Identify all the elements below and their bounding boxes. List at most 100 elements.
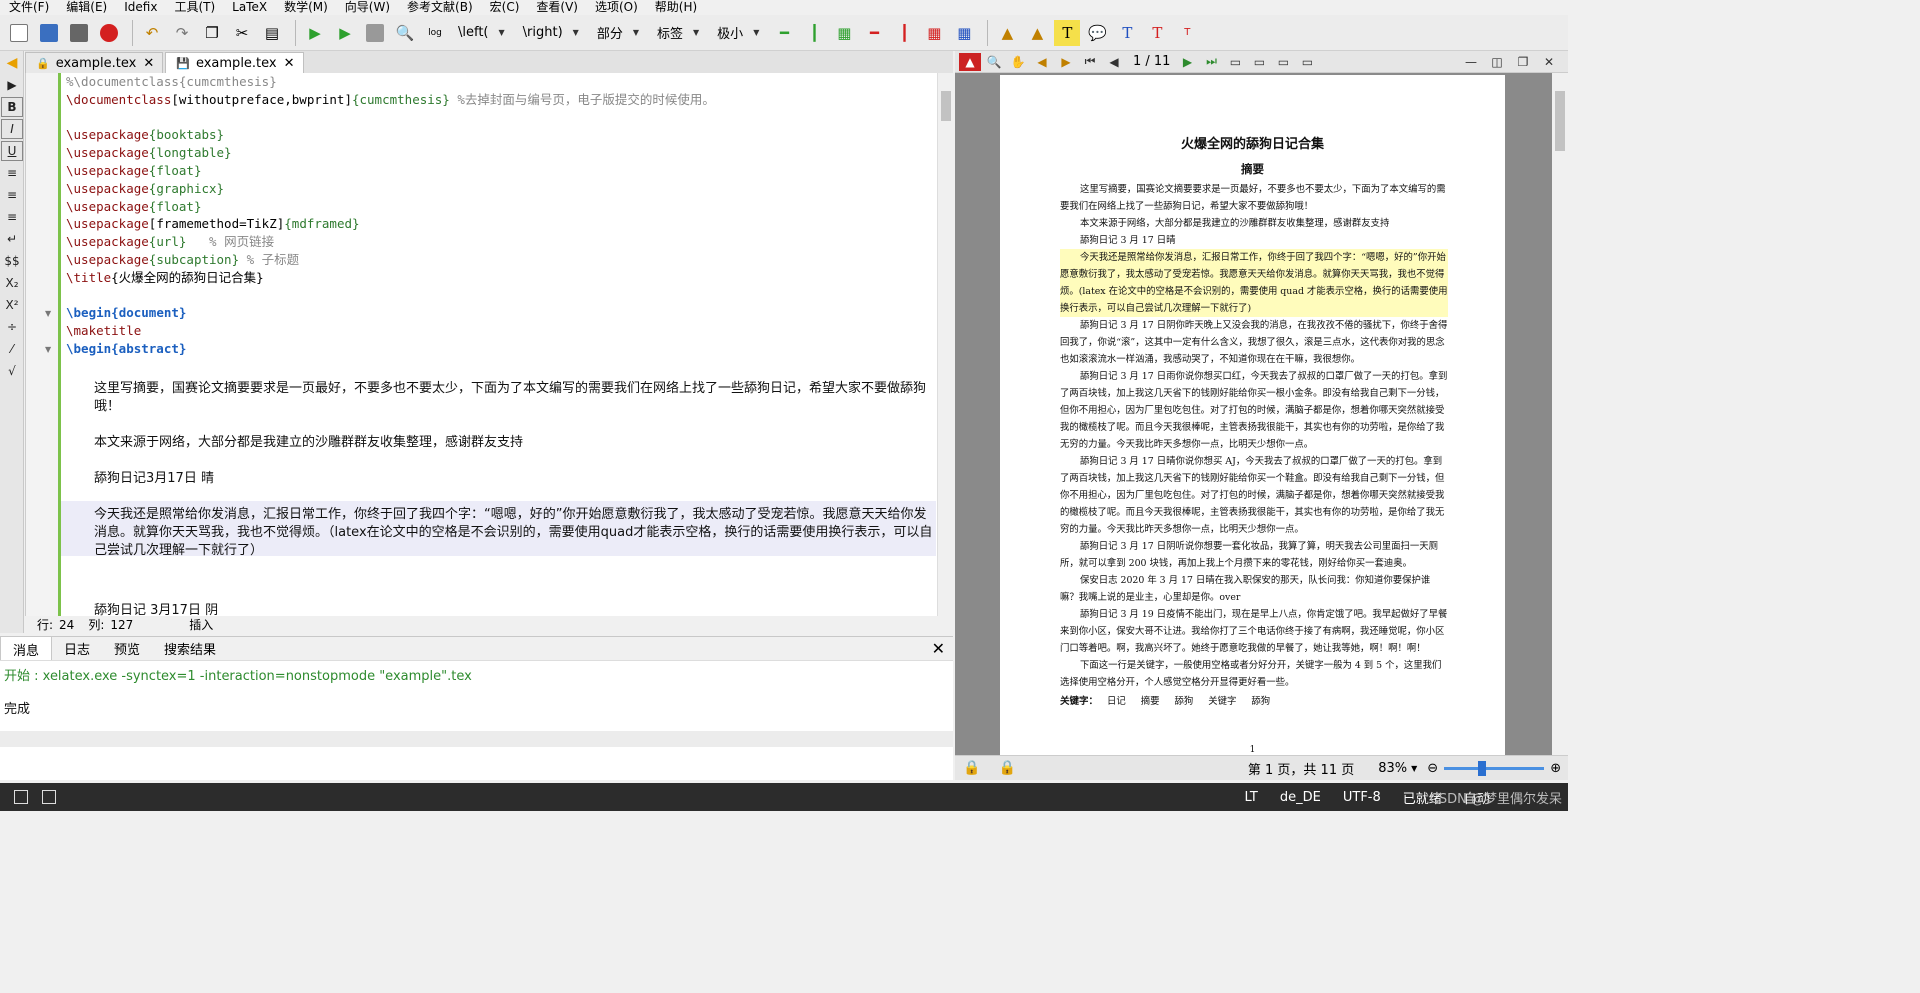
minimize-icon[interactable]: —: [1460, 53, 1482, 71]
dfrac-icon[interactable]: ⁄: [1, 339, 23, 359]
continuous-icon[interactable]: ▭: [1248, 53, 1270, 71]
menu-options[interactable]: 选项(O): [586, 0, 646, 15]
arrow-left-icon[interactable]: ◀: [1, 53, 23, 73]
right-delimiter-select[interactable]: \right) ▼: [517, 22, 585, 44]
superscript-icon[interactable]: X²: [1, 295, 23, 315]
zoom-select[interactable]: 83%: [1378, 761, 1407, 776]
view-pdf-icon[interactable]: 🔍: [392, 20, 418, 46]
close-icon[interactable]: ✕: [932, 639, 945, 658]
hline-green-icon[interactable]: ━: [771, 20, 797, 46]
zoom-slider[interactable]: [1444, 760, 1545, 776]
tab-example-tex[interactable]: 💾 example.tex ✕: [165, 52, 304, 73]
fold-icon[interactable]: ▼: [45, 345, 51, 354]
table-green-icon[interactable]: ▦: [831, 20, 857, 46]
prev-page-icon[interactable]: ◀: [1103, 53, 1125, 71]
menu-bibliography[interactable]: 参考文献(B): [398, 0, 481, 15]
copy-icon[interactable]: ❐: [199, 20, 225, 46]
zoom-icon[interactable]: 🔍: [983, 53, 1005, 71]
menu-view[interactable]: 查看(V): [527, 0, 586, 15]
back-icon[interactable]: ◀: [1031, 53, 1053, 71]
double-page-icon[interactable]: ▭: [1272, 53, 1294, 71]
vline-green-icon[interactable]: ┃: [801, 20, 827, 46]
forward-icon[interactable]: ▶: [1055, 53, 1077, 71]
embed-icon[interactable]: ◫: [1486, 53, 1508, 71]
menu-help[interactable]: 帮助(H): [646, 0, 705, 15]
text-highlight-icon[interactable]: T: [1054, 19, 1081, 46]
lock-icon[interactable]: 🔒: [963, 760, 980, 776]
save-icon[interactable]: [66, 20, 92, 46]
menu-latex[interactable]: LaTeX: [223, 0, 275, 15]
menu-math[interactable]: 数学(M): [275, 0, 336, 15]
scrollbar-thumb[interactable]: [1555, 91, 1565, 151]
tab-search-results[interactable]: 搜索结果: [152, 636, 228, 661]
pdf-scrollbar[interactable]: [1552, 73, 1568, 755]
table-blue-icon[interactable]: ▦: [951, 20, 977, 46]
last-page-icon[interactable]: ⏭: [1200, 53, 1222, 71]
encoding[interactable]: UTF-8: [1343, 790, 1381, 805]
redo-icon[interactable]: ↷: [169, 20, 195, 46]
pdf-icon[interactable]: ▲: [959, 52, 981, 71]
stop-icon[interactable]: [362, 20, 388, 46]
comment-icon[interactable]: 💬: [1084, 20, 1110, 46]
tab-messages[interactable]: 消息: [0, 635, 53, 662]
bookmark-prev-icon[interactable]: ▲: [994, 20, 1020, 46]
zoom-slider-handle[interactable]: [1478, 760, 1487, 776]
tab-preview[interactable]: 预览: [102, 636, 152, 661]
menu-idefix[interactable]: Idefix: [115, 0, 165, 15]
align-right-icon[interactable]: ≡: [1, 207, 23, 227]
scrollbar-thumb[interactable]: [941, 91, 951, 121]
code-editor[interactable]: ▼ ▼ %\documentclass{cumcmthesis} \docume…: [25, 73, 953, 616]
languagetool-indicator[interactable]: LT: [1244, 790, 1257, 805]
close-icon[interactable]: ✕: [284, 56, 295, 71]
pdf-viewer[interactable]: 火爆全网的舔狗日记合集 摘要 这里写摘要，国赛论文摘要要求是一页最好，不要多也不…: [955, 73, 1568, 755]
close-icon[interactable]: ✕: [1538, 53, 1560, 71]
size-select[interactable]: 极小 ▼: [711, 22, 765, 44]
bookmark-next-icon[interactable]: ▲: [1024, 20, 1050, 46]
undo-icon[interactable]: ↶: [139, 20, 165, 46]
italic-icon[interactable]: I: [1, 119, 23, 139]
cut-icon[interactable]: ✂: [229, 20, 255, 46]
single-page-icon[interactable]: ▭: [1224, 53, 1246, 71]
editor-scrollbar[interactable]: [937, 73, 953, 616]
tab-log[interactable]: 日志: [52, 636, 102, 661]
menu-wizard[interactable]: 向导(W): [336, 0, 398, 15]
text-red-icon[interactable]: T: [1144, 20, 1170, 46]
open-file-icon[interactable]: [36, 20, 62, 46]
close-icon[interactable]: ✕: [143, 56, 154, 71]
log-icon[interactable]: log: [422, 20, 448, 46]
underline-icon[interactable]: U: [1, 141, 23, 161]
build-run-icon[interactable]: ▶: [302, 20, 328, 46]
messages-toggle-icon[interactable]: [42, 790, 56, 804]
sqrt-icon[interactable]: √: [1, 361, 23, 381]
next-page-icon[interactable]: ▶: [1176, 53, 1198, 71]
label-select[interactable]: 标签 ▼: [651, 22, 705, 44]
paste-icon[interactable]: ▤: [259, 20, 285, 46]
newline-icon[interactable]: ↵: [1, 229, 23, 249]
restore-icon[interactable]: ❐: [1512, 53, 1534, 71]
arrow-right-icon[interactable]: ▶: [1, 75, 23, 95]
align-left-icon[interactable]: ≡: [1, 163, 23, 183]
page-nav[interactable]: 1 / 11: [1133, 54, 1170, 69]
first-page-icon[interactable]: ⏮: [1079, 53, 1101, 71]
structure-toggle-icon[interactable]: [14, 790, 28, 804]
zoom-in-icon[interactable]: ⊕: [1550, 761, 1561, 776]
new-file-icon[interactable]: [6, 20, 32, 46]
left-delimiter-select[interactable]: \left(▼: [452, 22, 511, 44]
sync-lock-icon[interactable]: 🔒: [998, 760, 1015, 776]
vline-red-icon[interactable]: ┃: [891, 20, 917, 46]
chevron-down-icon[interactable]: ▼: [1411, 764, 1417, 773]
hline-red-icon[interactable]: ━: [861, 20, 887, 46]
section-select[interactable]: 部分 ▼: [591, 22, 645, 44]
tab-example-tex-readonly[interactable]: 🔒 example.tex ✕: [25, 52, 164, 73]
close-file-icon[interactable]: [96, 20, 122, 46]
text-blue-icon[interactable]: T: [1114, 20, 1140, 46]
zoom-out-icon[interactable]: ⊖: [1427, 761, 1438, 776]
menu-file[interactable]: 文件(F): [0, 0, 57, 15]
menu-tools[interactable]: 工具(T): [165, 0, 223, 15]
text-small-icon[interactable]: T: [1174, 20, 1200, 46]
fit-width-icon[interactable]: ▭: [1296, 53, 1318, 71]
math-dollar-icon[interactable]: $$: [1, 251, 23, 271]
bold-icon[interactable]: B: [1, 97, 23, 117]
hand-icon[interactable]: ✋: [1007, 53, 1029, 71]
menu-edit[interactable]: 编辑(E): [57, 0, 115, 15]
